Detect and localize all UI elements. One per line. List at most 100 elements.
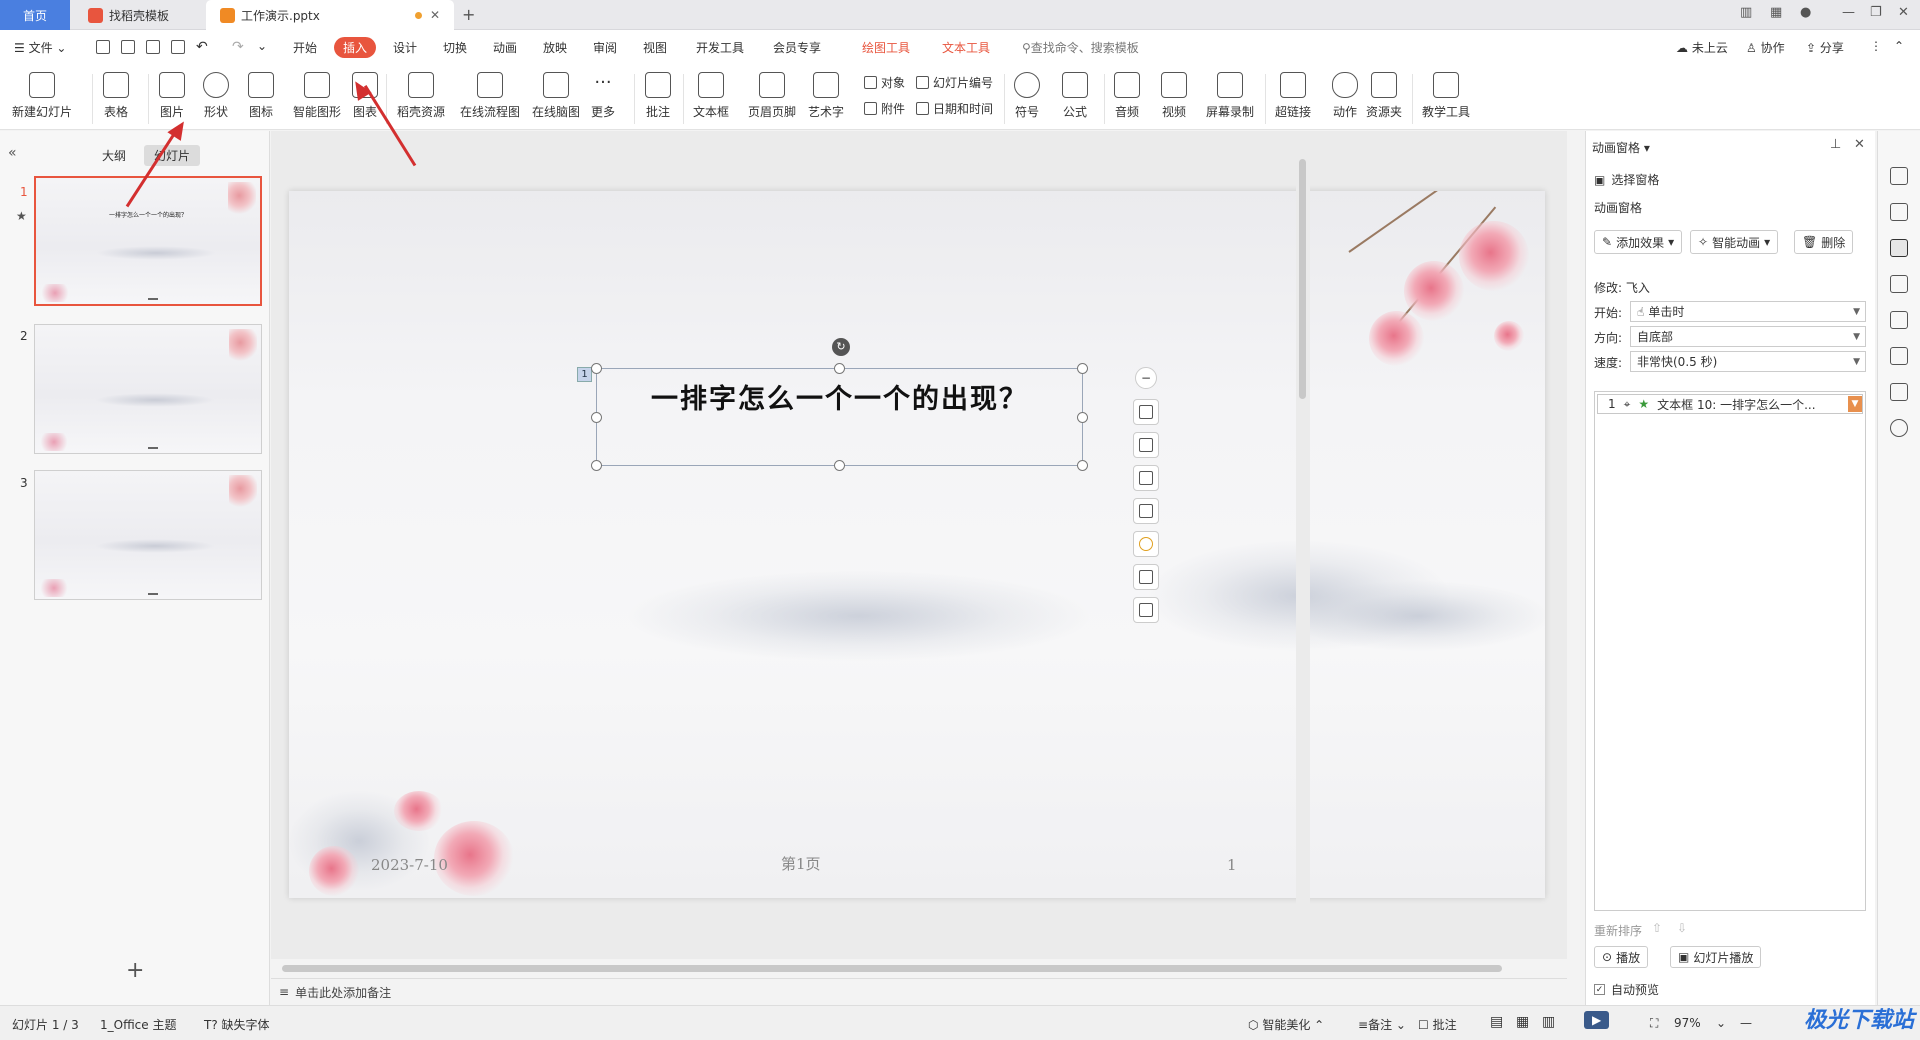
move-up-icon[interactable]: ⇧: [1652, 921, 1662, 935]
rocket-icon[interactable]: [1890, 167, 1908, 185]
screen-record-button[interactable]: 屏幕录制: [1206, 72, 1254, 120]
preview-icon[interactable]: [171, 40, 185, 54]
scroll-thumb[interactable]: [1299, 159, 1306, 399]
pane-header[interactable]: 动画窗格 ▾: [1592, 139, 1650, 156]
title-textbox[interactable]: 1 一排字怎么一个一个的出现？: [577, 363, 1088, 471]
print-icon[interactable]: [146, 40, 160, 54]
tab-template[interactable]: 找稻壳模板: [74, 0, 202, 30]
symbol-button[interactable]: 符号: [1014, 72, 1040, 120]
file-menu[interactable]: ☰ 文件 ⌄: [14, 39, 66, 56]
slides-icon[interactable]: [1890, 275, 1908, 293]
resize-handle[interactable]: [591, 363, 602, 374]
comment-button[interactable]: 批注: [645, 72, 671, 120]
slide-thumbnail-3[interactable]: [34, 470, 262, 600]
resize-handle[interactable]: [834, 363, 845, 374]
resource-button[interactable]: 稻壳资源: [397, 72, 445, 120]
resize-handle[interactable]: [1077, 363, 1088, 374]
slide-thumbnail-1[interactable]: 一排字怎么一个一个的出现？: [34, 176, 262, 306]
missing-font-button[interactable]: T? 缺失字体: [204, 1016, 270, 1033]
slide-canvas[interactable]: ↻ 1 一排字怎么一个一个的出现？ − 2023-7-10 第1页 1: [289, 191, 1545, 898]
video-button[interactable]: 视频: [1161, 72, 1187, 120]
formula-button[interactable]: 公式: [1062, 72, 1088, 120]
icon-button[interactable]: 图标: [248, 72, 274, 120]
normal-view-icon[interactable]: ▤: [1490, 1014, 1503, 1030]
move-down-icon[interactable]: ⇩: [1677, 921, 1687, 935]
menu-text-tools[interactable]: 文本工具: [942, 39, 990, 56]
tab-outline[interactable]: 大纲: [92, 145, 136, 166]
smart-animation-button[interactable]: ✧ 智能动画 ▾: [1690, 230, 1779, 254]
smart-graphic-button[interactable]: 智能图形: [293, 72, 341, 120]
pen-tool[interactable]: [1133, 432, 1159, 458]
more-button[interactable]: ··· 更多: [590, 72, 616, 120]
cloud-status[interactable]: ☁ 未上云: [1676, 39, 1728, 56]
menu-insert[interactable]: 插入: [334, 37, 377, 58]
resize-handle[interactable]: [591, 412, 602, 423]
layer-tool[interactable]: [1133, 399, 1159, 425]
horizontal-scrollbar[interactable]: [282, 962, 1552, 974]
hyperlink-button[interactable]: 超链接: [1275, 72, 1311, 120]
start-select[interactable]: ☝ 单击时 ▼: [1630, 301, 1866, 322]
notes-area[interactable]: ≡ 单击此处添加备注: [271, 978, 1567, 1005]
restore-button[interactable]: ❐: [1870, 5, 1882, 20]
add-slide-button[interactable]: +: [126, 958, 144, 983]
minimize-button[interactable]: —: [1842, 5, 1855, 20]
share-button[interactable]: ⇪ 分享: [1806, 39, 1844, 56]
shape-button[interactable]: 形状: [203, 72, 229, 120]
collapse-float-icon[interactable]: −: [1135, 367, 1157, 389]
book-icon[interactable]: [1890, 383, 1908, 401]
menu-slideshow[interactable]: 放映: [543, 39, 567, 56]
pin-icon[interactable]: ⊥: [1830, 137, 1841, 152]
fill-tool[interactable]: [1133, 465, 1159, 491]
close-window-button[interactable]: ✕: [1898, 5, 1909, 20]
resize-handle[interactable]: [834, 460, 845, 471]
settings-sliders-icon[interactable]: [1890, 203, 1908, 221]
audio-button[interactable]: 音频: [1114, 72, 1140, 120]
menu-design[interactable]: 设计: [393, 39, 417, 56]
resource-folder-button[interactable]: 资源夹: [1366, 72, 1402, 120]
menu-vip[interactable]: 会员专享: [773, 39, 821, 56]
menu-review[interactable]: 审阅: [593, 39, 617, 56]
redo-icon[interactable]: ↷: [232, 39, 244, 55]
layout-icon[interactable]: ▥: [1740, 5, 1752, 20]
reading-view-icon[interactable]: ▥: [1542, 1014, 1555, 1030]
picture-button[interactable]: 图片: [159, 72, 185, 120]
slide-thumbnail-2[interactable]: [34, 324, 262, 454]
new-tab-button[interactable]: +: [462, 5, 475, 24]
action-button[interactable]: 动作: [1332, 72, 1358, 120]
avatar[interactable]: ●: [1800, 5, 1811, 20]
theme-name[interactable]: 1_Office 主题: [100, 1016, 176, 1033]
tab-home[interactable]: 首页: [0, 0, 70, 30]
zoom-level[interactable]: 97%: [1674, 1016, 1701, 1030]
play-button[interactable]: ⊙ 播放: [1594, 946, 1649, 968]
save-icon[interactable]: [96, 40, 110, 54]
header-footer-button[interactable]: 页眉页脚: [748, 72, 796, 120]
teaching-tools-button[interactable]: 教学工具: [1422, 72, 1470, 120]
customize-icon[interactable]: ⌄: [257, 39, 267, 53]
more-menu-icon[interactable]: ⋮: [1870, 39, 1882, 53]
grid-icon[interactable]: ▦: [1770, 5, 1782, 20]
menu-drawing-tools[interactable]: 绘图工具: [862, 39, 910, 56]
close-pane-icon[interactable]: ✕: [1854, 137, 1865, 152]
speed-select[interactable]: 非常快(0.5 秒) ▼: [1630, 351, 1866, 372]
animation-star-icon[interactable]: [1890, 239, 1908, 257]
notes-toggle[interactable]: ≡备注 ⌄: [1358, 1016, 1406, 1033]
attachment-button[interactable]: 附件: [864, 100, 905, 117]
tab-document[interactable]: 工作演示.pptx ✕: [206, 0, 454, 30]
export-icon[interactable]: [121, 40, 135, 54]
autopreview-checkbox[interactable]: ✓ 自动预览: [1594, 981, 1659, 998]
collab-button[interactable]: ♙ 协作: [1746, 39, 1785, 56]
select-pane-link[interactable]: ▣ 选择窗格: [1594, 171, 1659, 188]
idea-tool[interactable]: [1133, 531, 1159, 557]
slideshow-play-button[interactable]: ▣ 幻灯片播放: [1670, 946, 1762, 968]
play-slideshow-button[interactable]: ▶: [1584, 1011, 1610, 1029]
text-format-tool[interactable]: [1133, 597, 1159, 623]
art-text-button[interactable]: 艺术字: [808, 72, 844, 120]
animation-item[interactable]: 1 ⌖ ★ 文本框 10: 一排字怎么一个... ▼: [1597, 394, 1863, 414]
collapse-panel-icon[interactable]: «: [8, 145, 17, 161]
menu-developer[interactable]: 开发工具: [696, 39, 744, 56]
slide-number-button[interactable]: 幻灯片编号: [916, 74, 993, 91]
delete-button[interactable]: 🗑 删除: [1794, 230, 1854, 254]
beautify-button[interactable]: ⬡ 智能美化 ⌃: [1248, 1016, 1324, 1033]
fit-icon[interactable]: ⛶: [1650, 1016, 1658, 1031]
datetime-button[interactable]: 日期和时间: [916, 100, 993, 117]
